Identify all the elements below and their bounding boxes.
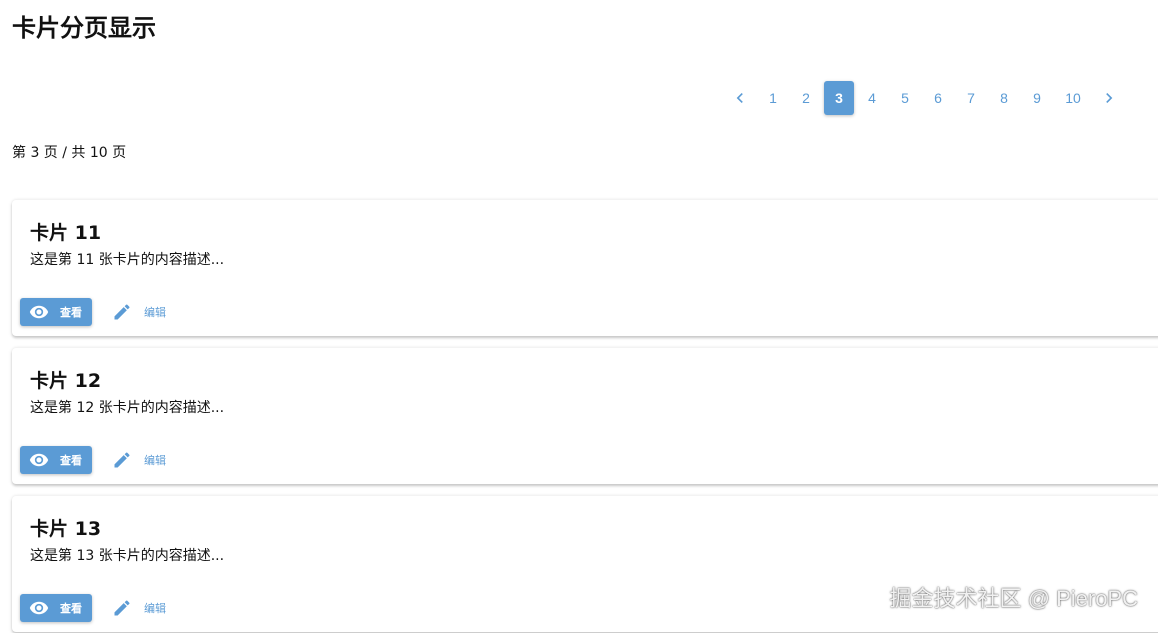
page-title: 卡片分页显示 xyxy=(12,14,156,42)
edit-button[interactable]: 编辑 xyxy=(108,446,170,474)
prev-page-button[interactable] xyxy=(725,81,755,115)
card-description: 这是第 13 张卡片的内容描述... xyxy=(30,548,225,564)
page-button-1[interactable]: 1 xyxy=(758,81,788,115)
view-button-label: 查看 xyxy=(60,602,82,615)
page-info: 第 3 页 / 共 10 页 xyxy=(12,145,127,161)
page-button-10[interactable]: 10 xyxy=(1055,81,1091,115)
eye-icon xyxy=(29,305,49,319)
card-actions: 查看 编辑 xyxy=(20,298,170,326)
view-button-label: 查看 xyxy=(60,306,82,319)
page-button-4[interactable]: 4 xyxy=(857,81,887,115)
edit-button-label: 编辑 xyxy=(144,454,166,467)
view-button[interactable]: 查看 xyxy=(20,594,92,622)
page-button-9[interactable]: 9 xyxy=(1022,81,1052,115)
watermark: 掘金技术社区 @ PieroPC xyxy=(889,586,1138,611)
card-actions: 查看 编辑 xyxy=(20,594,170,622)
card: 卡片 12 这是第 12 张卡片的内容描述... 查看 编辑 xyxy=(12,348,1158,484)
chevron-right-icon xyxy=(1106,93,1113,103)
card: 卡片 11 这是第 11 张卡片的内容描述... 查看 编辑 xyxy=(12,200,1158,336)
page-button-6[interactable]: 6 xyxy=(923,81,953,115)
page-button-2[interactable]: 2 xyxy=(791,81,821,115)
edit-button-label: 编辑 xyxy=(144,602,166,615)
view-button-label: 查看 xyxy=(60,454,82,467)
card-title: 卡片 12 xyxy=(30,370,102,392)
edit-button[interactable]: 编辑 xyxy=(108,594,170,622)
view-button[interactable]: 查看 xyxy=(20,298,92,326)
edit-button[interactable]: 编辑 xyxy=(108,298,170,326)
page-button-8[interactable]: 8 xyxy=(989,81,1019,115)
card-title: 卡片 13 xyxy=(30,518,102,540)
chevron-left-icon xyxy=(736,93,743,103)
card-actions: 查看 编辑 xyxy=(20,446,170,474)
eye-icon xyxy=(29,601,49,615)
pencil-icon xyxy=(114,452,130,468)
card-description: 这是第 11 张卡片的内容描述... xyxy=(30,252,225,268)
card-title: 卡片 11 xyxy=(30,222,102,244)
pencil-icon xyxy=(114,304,130,320)
pagination: 1 2 3 4 5 6 7 8 9 10 xyxy=(725,81,1127,115)
pencil-icon xyxy=(114,600,130,616)
edit-button-label: 编辑 xyxy=(144,306,166,319)
view-button[interactable]: 查看 xyxy=(20,446,92,474)
eye-icon xyxy=(29,453,49,467)
next-page-button[interactable] xyxy=(1094,81,1124,115)
page-button-5[interactable]: 5 xyxy=(890,81,920,115)
page-button-3[interactable]: 3 xyxy=(824,81,854,115)
page-button-7[interactable]: 7 xyxy=(956,81,986,115)
card-description: 这是第 12 张卡片的内容描述... xyxy=(30,400,225,416)
